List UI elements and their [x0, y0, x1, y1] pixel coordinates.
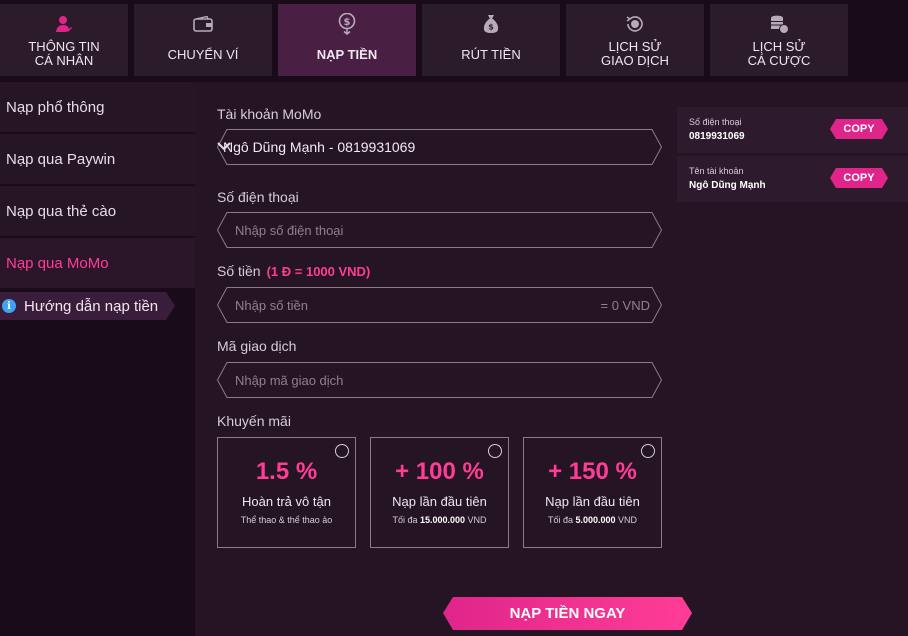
info-card-phone: Số điện thoại 0819931069 COPY: [677, 107, 908, 153]
promo-percent: 1.5 %: [255, 458, 318, 485]
promo-radio[interactable]: [488, 444, 502, 458]
sidebar-item-momo[interactable]: Nạp qua MoMo: [0, 238, 195, 288]
promo-title: Hoàn trả vô tận: [242, 494, 331, 509]
amount-label: Số tiền (1 Đ = 1000 VND): [217, 263, 370, 279]
amount-placeholder: Nhập số tiền: [235, 297, 308, 313]
promo-sub-prefix: Thể thao & thể thao ảo: [240, 515, 333, 525]
deposit-guide-link[interactable]: i Hướng dẫn nạp tiền: [0, 292, 175, 320]
tab-label: THÔNG TIN CÁ NHÂN: [28, 39, 100, 68]
tab-deposit[interactable]: $ NẠP TIỀN: [278, 4, 416, 76]
promo-subtitle: Tối đa 5.000.000 VND: [524, 515, 661, 525]
guide-label: Hướng dẫn nạp tiền: [24, 297, 159, 315]
money-bag-icon: $: [483, 14, 499, 34]
tab-label: LỊCH SỬ GIAO DỊCH: [601, 39, 669, 68]
promo-sub-suffix: VND: [465, 515, 487, 525]
promo-title: Nạp lần đầu tiên: [545, 494, 640, 509]
info-key: Số điện thoại: [689, 117, 742, 127]
wallet-icon: [193, 14, 213, 34]
amount-converted: = 0 VND: [600, 297, 651, 313]
promo-percent: + 100 %: [395, 458, 484, 485]
info-icon: i: [2, 299, 16, 313]
tab-label: RÚT TIỀN: [461, 47, 521, 62]
info-value: 0819931069: [689, 131, 745, 142]
deposit-method-sidebar: Nạp phổ thông Nạp qua Paywin Nạp qua thẻ…: [0, 82, 195, 636]
phone-input[interactable]: Nhập số điện thoại: [217, 212, 662, 248]
copy-account-name-button[interactable]: COPY: [830, 168, 888, 188]
promo-sub-amount: 5.000.000: [575, 515, 616, 525]
top-tab-bar: THÔNG TIN CÁ NHÂN CHUYỂN VÍ $ NẠP TIỀN $…: [0, 0, 908, 80]
tab-withdraw[interactable]: $ RÚT TIỀN: [422, 4, 560, 76]
promo-option-first-150[interactable]: + 150 % Nạp lần đầu tiên Tối đa 5.000.00…: [523, 437, 662, 548]
svg-text:$: $: [488, 23, 494, 32]
promo-sub-prefix: Tối đa: [547, 515, 576, 525]
promo-label: Khuyến mãi: [217, 413, 291, 429]
history-coin-icon: [625, 14, 645, 34]
promo-option-first-100[interactable]: + 100 % Nạp lần đầu tiên Tối đa 15.000.0…: [370, 437, 509, 548]
amount-rate: (1 Đ = 1000 VND): [266, 264, 371, 279]
account-select-value: Ngô Dũng Mạnh - 0819931069: [223, 139, 416, 155]
tab-bet-history[interactable]: LỊCH SỬ CÁ CƯỢC: [710, 4, 848, 76]
phone-placeholder: Nhập số điện thoại: [235, 222, 344, 238]
chevron-down-icon: [217, 142, 231, 151]
coins-stack-icon: [769, 14, 789, 34]
transaction-code-input[interactable]: Nhập mã giao dịch: [217, 362, 662, 398]
promo-sub-prefix: Tối đa: [392, 515, 420, 525]
tab-transaction-history[interactable]: LỊCH SỬ GIAO DỊCH: [566, 4, 704, 76]
momo-account-select[interactable]: Ngô Dũng Mạnh - 0819931069: [217, 129, 662, 165]
transaction-code-label: Mã giao dịch: [217, 338, 297, 354]
promo-subtitle: Thể thao & thể thao ảo: [218, 515, 355, 525]
amount-input[interactable]: Nhập số tiền = 0 VND: [217, 287, 662, 323]
promo-sub-amount: 15.000.000: [419, 515, 466, 525]
tab-label: NẠP TIỀN: [316, 47, 378, 62]
sidebar-item-card[interactable]: Nạp qua thẻ cào: [0, 186, 195, 236]
transaction-code-placeholder: Nhập mã giao dịch: [235, 372, 344, 388]
phone-label: Số điện thoại: [217, 189, 299, 205]
tab-wallet-transfer[interactable]: CHUYỂN VÍ: [134, 4, 272, 76]
promo-radio[interactable]: [641, 444, 655, 458]
promo-option-cashback[interactable]: 1.5 % Hoàn trả vô tận Thể thao & thể tha…: [217, 437, 356, 548]
sidebar-item-standard[interactable]: Nạp phổ thông: [0, 82, 195, 132]
tab-label: CHUYỂN VÍ: [167, 47, 239, 62]
info-value: Ngô Dũng Mạnh: [689, 180, 766, 191]
promo-subtitle: Tối đa 15.000.000 VND: [371, 515, 508, 525]
promo-percent: + 150 %: [548, 458, 637, 485]
tab-label: LỊCH SỬ CÁ CƯỢC: [747, 39, 811, 68]
amount-label-text: Số tiền: [217, 263, 261, 279]
promo-sub-suffix: VND: [615, 515, 638, 525]
tab-personal-info[interactable]: THÔNG TIN CÁ NHÂN: [0, 4, 128, 76]
info-key: Tên tài khoản: [689, 166, 744, 176]
promo-radio[interactable]: [335, 444, 349, 458]
copy-phone-button[interactable]: COPY: [830, 119, 888, 139]
promo-title: Nạp lần đầu tiên: [392, 494, 487, 509]
sidebar-item-paywin[interactable]: Nạp qua Paywin: [0, 134, 195, 184]
account-label: Tài khoản MoMo: [217, 106, 322, 122]
deposit-now-button[interactable]: NẠP TIỀN NGAY: [443, 597, 692, 630]
svg-text:$: $: [344, 17, 351, 28]
user-icon: [56, 14, 72, 34]
info-card-account-name: Tên tài khoản Ngô Dũng Mạnh COPY: [677, 156, 908, 202]
deposit-coin-icon: $: [338, 13, 356, 35]
